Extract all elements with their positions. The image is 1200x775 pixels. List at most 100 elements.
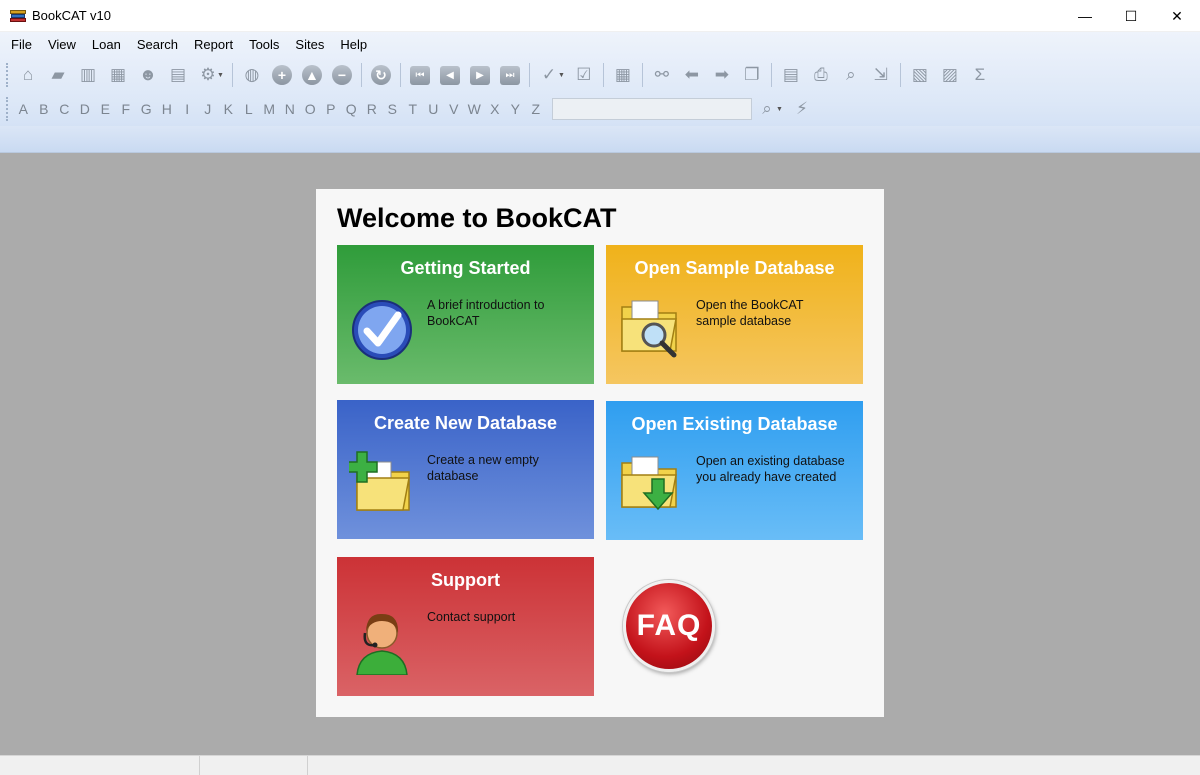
letter-o[interactable]: O <box>300 101 321 117</box>
form-icon[interactable]: ▤ <box>163 62 193 88</box>
menu-loan[interactable]: Loan <box>84 37 129 52</box>
support-tile[interactable]: Support Contact support <box>337 557 594 696</box>
getting-started-title: Getting Started <box>400 258 531 278</box>
toolbar-area: File View Loan Search Report Tools Sites… <box>0 32 1200 153</box>
handshake-icon[interactable]: ⚯ <box>647 62 677 88</box>
letter-m[interactable]: M <box>259 101 280 117</box>
letter-w[interactable]: W <box>464 101 485 117</box>
windows-icon[interactable]: ❐ <box>737 62 767 88</box>
support-description: Contact support <box>427 610 516 624</box>
welcome-panel: Welcome to BookCAT Getting Started A bri… <box>316 189 884 717</box>
create-new-database-title: Create New Database <box>373 413 558 433</box>
toolbar-separator <box>399 63 401 87</box>
welcome-title: Welcome to BookCAT <box>337 203 617 233</box>
letter-b[interactable]: B <box>34 101 55 117</box>
globe-icon[interactable]: ◍ <box>237 62 267 88</box>
users-icon[interactable]: ☻ <box>133 62 163 88</box>
check-dropdown-icon[interactable]: ▼ <box>558 72 565 79</box>
settings-dropdown-icon[interactable]: ▼ <box>217 72 224 79</box>
open-existing-database-tile[interactable]: Open Existing Database Open an existing … <box>606 401 863 540</box>
letter-e[interactable]: E <box>95 101 116 117</box>
last-icon[interactable]: ⏭ <box>495 62 525 88</box>
open-sample-database-tile[interactable]: Open Sample Database Open the BookCAT sa… <box>606 245 863 384</box>
letter-s[interactable]: S <box>382 101 403 117</box>
open-sample-database-title: Open Sample Database <box>634 258 835 278</box>
status-pane-3 <box>308 756 1200 775</box>
letter-y[interactable]: Y <box>505 101 526 117</box>
main-toolbar: ⌂ ▰ ▥ ▦ ☻ ▤ ⚙ ▼ ◍ + ▲ − ↻ ⏮ ◀ ▶ ⏭ ✓ ▼ ☑ … <box>0 58 1200 92</box>
report-icon[interactable]: ▤ <box>776 62 806 88</box>
toolbar-separator <box>360 63 362 87</box>
open-book-icon[interactable]: ▥ <box>73 62 103 88</box>
up-icon[interactable]: ▲ <box>297 62 327 88</box>
menu-help[interactable]: Help <box>332 37 375 52</box>
getting-started-tile[interactable]: Getting Started A brief introduction to … <box>337 245 594 384</box>
letter-i[interactable]: I <box>177 101 198 117</box>
letter-z[interactable]: Z <box>526 101 547 117</box>
open-existing-database-description: Open an existing database you already ha… <box>696 454 845 484</box>
print-icon[interactable]: ⎙ <box>806 62 836 88</box>
next-icon[interactable]: ▶ <box>465 62 495 88</box>
sum-icon[interactable]: Σ <box>965 62 995 88</box>
toolbar-grip[interactable] <box>6 97 9 121</box>
edit-check-icon[interactable]: ☑ <box>569 62 599 88</box>
menu-bar: File View Loan Search Report Tools Sites… <box>0 32 1200 57</box>
letter-r[interactable]: R <box>362 101 383 117</box>
grid-icon[interactable]: ▦ <box>608 62 638 88</box>
menu-search[interactable]: Search <box>129 37 186 52</box>
letter-f[interactable]: F <box>116 101 137 117</box>
letter-j[interactable]: J <box>198 101 219 117</box>
search-dropdown-icon[interactable]: ▼ <box>776 106 783 113</box>
menu-sites[interactable]: Sites <box>287 37 332 52</box>
close-button[interactable]: ✕ <box>1154 0 1200 32</box>
home-icon[interactable]: ⌂ <box>13 62 43 88</box>
letter-h[interactable]: H <box>157 101 178 117</box>
table-icon[interactable]: ▦ <box>103 62 133 88</box>
letter-a[interactable]: A <box>13 101 34 117</box>
letter-v[interactable]: V <box>444 101 465 117</box>
letter-c[interactable]: C <box>54 101 75 117</box>
letter-l[interactable]: L <box>239 101 260 117</box>
forward-arrow-icon[interactable]: ➡ <box>707 62 737 88</box>
maximize-button[interactable]: ☐ <box>1108 0 1154 32</box>
letter-p[interactable]: P <box>321 101 342 117</box>
back-arrow-icon[interactable]: ⬅ <box>677 62 707 88</box>
book-icon[interactable]: ▰ <box>43 62 73 88</box>
letter-u[interactable]: U <box>423 101 444 117</box>
minimize-button[interactable]: — <box>1062 0 1108 32</box>
remove-icon[interactable]: − <box>327 62 357 88</box>
add-icon[interactable]: + <box>267 62 297 88</box>
open-sample-database-description: Open the BookCAT sample database <box>696 298 804 328</box>
export-icon[interactable]: ⇲ <box>866 62 896 88</box>
create-new-database-description: Create a new empty database <box>427 453 539 483</box>
faq-button[interactable]: FAQ <box>623 580 715 672</box>
letter-t[interactable]: T <box>403 101 424 117</box>
chart-icon[interactable]: ▨ <box>935 62 965 88</box>
letter-x[interactable]: X <box>485 101 506 117</box>
toolbar-separator <box>641 63 643 87</box>
search-input[interactable] <box>552 98 752 120</box>
window-controls: — ☐ ✕ <box>1062 0 1200 32</box>
letter-n[interactable]: N <box>280 101 301 117</box>
preview-icon[interactable]: ⌕ <box>836 62 866 88</box>
letter-q[interactable]: Q <box>341 101 362 117</box>
status-pane-1 <box>0 756 200 775</box>
first-icon[interactable]: ⏮ <box>405 62 435 88</box>
menu-report[interactable]: Report <box>186 37 241 52</box>
folder-download-icon <box>621 456 677 511</box>
support-agent-icon <box>356 613 408 675</box>
letter-k[interactable]: K <box>218 101 239 117</box>
plug-icon[interactable]: ⚡ <box>787 96 817 122</box>
create-new-database-tile[interactable]: Create New Database Create a new empty d… <box>337 400 594 539</box>
menu-tools[interactable]: Tools <box>241 37 287 52</box>
menu-file[interactable]: File <box>3 37 40 52</box>
status-bar <box>0 755 1200 775</box>
toolbar-grip[interactable] <box>6 63 9 87</box>
html-icon[interactable]: ▧ <box>905 62 935 88</box>
previous-icon[interactable]: ◀ <box>435 62 465 88</box>
refresh-icon[interactable]: ↻ <box>366 62 396 88</box>
letter-g[interactable]: G <box>136 101 157 117</box>
letter-d[interactable]: D <box>75 101 96 117</box>
menu-view[interactable]: View <box>40 37 84 52</box>
faq-label: FAQ <box>636 609 702 642</box>
